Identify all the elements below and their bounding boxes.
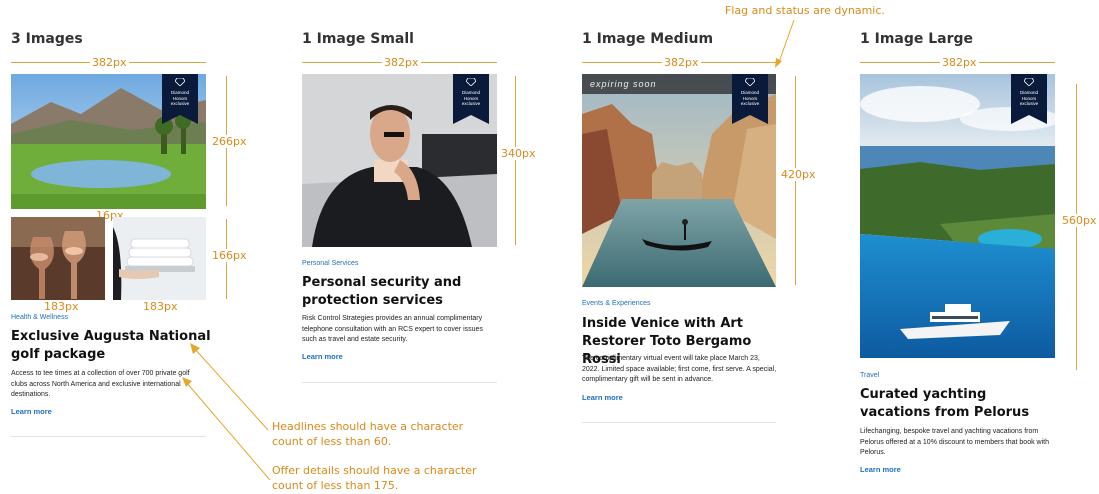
width-dimension-label: 183px (143, 300, 178, 313)
headline-annotation: Headlines should have a character count … (272, 420, 464, 448)
offer-description: The complimentary virtual event will tak… (582, 355, 777, 383)
height-dimension-label: 166px (210, 249, 249, 262)
diamond-icon (1024, 78, 1034, 86)
security-agent-image: Diamond Honors exclusive (302, 74, 497, 247)
annotation-arrows (182, 343, 271, 481)
height-dimension-label: 560px (1060, 214, 1099, 227)
column-title-1-image-large: 1 Image Large (860, 31, 974, 47)
yacht-bay-image: Diamond Honors exclusive (860, 74, 1055, 358)
offer-category: Events & Experiences (582, 300, 651, 307)
width-dimension-label: 382px (90, 56, 129, 69)
golf-course-image: Diamond Honors exclusive (11, 74, 206, 209)
learn-more-link[interactable]: Learn more (302, 352, 343, 361)
divider (582, 422, 776, 423)
column-title-1-image-medium: 1 Image Medium (582, 31, 714, 47)
height-dimension-label: 266px (210, 135, 249, 148)
offer-category: Personal Services (302, 260, 359, 267)
divider (11, 436, 206, 437)
column-title-1-image-small: 1 Image Small (302, 31, 414, 47)
learn-more-link[interactable]: Learn more (11, 407, 52, 416)
width-dimension-label: 382px (662, 56, 701, 69)
height-dimension-label: 420px (779, 168, 818, 181)
column-title-3-images: 3 Images (11, 31, 83, 47)
learn-more-link[interactable]: Learn more (582, 393, 623, 402)
wine-glasses-image (11, 217, 105, 300)
diamond-icon (175, 78, 185, 86)
offer-category: Travel (860, 372, 880, 379)
offer-category: Health & Wellness (11, 314, 69, 321)
diamond-icon (466, 78, 476, 86)
learn-more-link[interactable]: Learn more (860, 465, 901, 474)
flag-annotation: Flag and status are dynamic. (725, 4, 885, 17)
offer-headline: Curated yachting vacations from Pelorus (860, 387, 1030, 420)
offer-description: Risk Control Strategies provides an annu… (302, 315, 483, 343)
diamond-icon (745, 78, 755, 86)
height-dimension-line (515, 76, 516, 245)
divider (302, 382, 497, 383)
width-dimension-label: 183px (44, 300, 79, 313)
offer-description: Access to tee times at a collection of o… (11, 370, 190, 398)
height-dimension-line (1076, 84, 1077, 370)
offer-description: Lifechanging, bespoke travel and yachtin… (860, 428, 1049, 456)
venice-canal-image: expiring soon Diamond Honors exclusive (582, 74, 776, 287)
offer-headline: Personal security and protection service… (302, 275, 462, 308)
width-dimension-label: 382px (382, 56, 421, 69)
offer-annotation: Offer details should have a character co… (272, 464, 477, 492)
height-dimension-label: 340px (499, 147, 538, 160)
towels-image (113, 217, 206, 300)
width-dimension-label: 382px (940, 56, 979, 69)
